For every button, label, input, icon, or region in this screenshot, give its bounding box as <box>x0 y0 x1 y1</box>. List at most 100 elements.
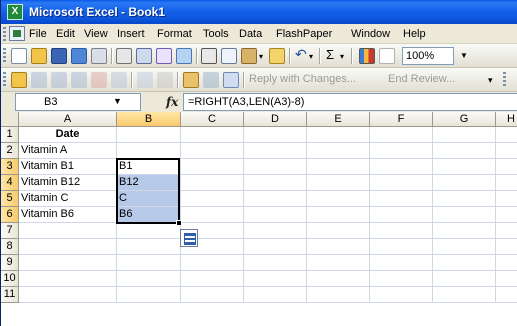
empty-cell[interactable] <box>496 159 517 175</box>
empty-cell[interactable] <box>19 271 117 287</box>
worksheet-grid[interactable]: A B C D E F G H 1 2 3 4 5 6 7 8 9 10 11 … <box>1 112 517 326</box>
menu-flashpaper[interactable]: FlashPaper <box>276 28 332 40</box>
empty-cell[interactable] <box>117 287 181 303</box>
chart-wizard-icon[interactable] <box>359 48 375 64</box>
cell-a2[interactable]: Vitamin A <box>19 143 117 159</box>
menu-window[interactable]: Window <box>351 28 390 40</box>
empty-cell[interactable] <box>433 287 496 303</box>
empty-cell[interactable] <box>370 207 433 223</box>
row-header-8[interactable]: 8 <box>1 239 19 255</box>
drawing-icon[interactable] <box>379 48 395 64</box>
zoom-select[interactable]: 100% <box>402 47 454 65</box>
cell-a4[interactable]: Vitamin B12 <box>19 175 117 191</box>
email-icon[interactable] <box>91 48 107 64</box>
empty-cell[interactable] <box>370 255 433 271</box>
menu-grip-handle[interactable] <box>3 27 6 41</box>
empty-cell[interactable] <box>244 207 307 223</box>
track-changes-icon[interactable] <box>183 72 199 88</box>
empty-cell[interactable] <box>181 255 244 271</box>
show-ink-icon[interactable] <box>137 72 153 88</box>
menu-insert[interactable]: Insert <box>117 28 145 40</box>
cell-b5[interactable]: C <box>117 191 181 207</box>
menu-data[interactable]: Data <box>239 28 262 40</box>
empty-cell[interactable] <box>496 127 517 143</box>
empty-cell[interactable] <box>307 255 370 271</box>
empty-cell[interactable] <box>307 127 370 143</box>
spelling-icon[interactable] <box>156 48 172 64</box>
empty-cell[interactable] <box>370 287 433 303</box>
workbook-control-icon[interactable] <box>9 26 25 41</box>
previous-comment-icon[interactable] <box>51 72 67 88</box>
empty-cell[interactable] <box>181 127 244 143</box>
empty-cell[interactable] <box>307 271 370 287</box>
delete-comment-icon[interactable] <box>91 72 107 88</box>
column-header-b[interactable]: B <box>117 112 181 127</box>
next-comment-icon[interactable] <box>71 72 87 88</box>
fill-handle[interactable] <box>176 220 182 226</box>
empty-cell[interactable] <box>307 287 370 303</box>
empty-cell[interactable] <box>496 175 517 191</box>
excel-app-icon[interactable]: X <box>7 4 23 20</box>
mail-recipient-icon[interactable] <box>223 72 239 88</box>
empty-cell[interactable] <box>433 191 496 207</box>
empty-cell[interactable] <box>117 255 181 271</box>
empty-cell[interactable] <box>370 159 433 175</box>
toolbar-grip-handle[interactable] <box>503 72 506 88</box>
empty-cell[interactable] <box>307 239 370 255</box>
copy-icon[interactable] <box>221 48 237 64</box>
column-header-h[interactable]: H <box>496 112 517 127</box>
empty-cell[interactable] <box>307 207 370 223</box>
row-header-5[interactable]: 5 <box>1 191 19 207</box>
research-icon[interactable] <box>176 48 192 64</box>
row-header-7[interactable]: 7 <box>1 223 19 239</box>
format-painter-icon[interactable] <box>269 48 285 64</box>
empty-cell[interactable] <box>117 271 181 287</box>
empty-cell[interactable] <box>370 191 433 207</box>
empty-cell[interactable] <box>19 287 117 303</box>
empty-cell[interactable] <box>181 287 244 303</box>
column-header-g[interactable]: G <box>433 112 496 127</box>
cell-a6[interactable]: Vitamin B6 <box>19 207 117 223</box>
empty-cell[interactable] <box>433 175 496 191</box>
empty-cell[interactable] <box>307 191 370 207</box>
end-review-button[interactable]: End Review... <box>388 73 455 85</box>
empty-cell[interactable] <box>496 207 517 223</box>
empty-cell[interactable] <box>370 239 433 255</box>
column-header-c[interactable]: C <box>181 112 244 127</box>
empty-cell[interactable] <box>244 287 307 303</box>
empty-cell[interactable] <box>496 191 517 207</box>
reply-with-changes-button[interactable]: Reply with Changes... <box>249 73 356 85</box>
empty-cell[interactable] <box>181 271 244 287</box>
autosum-dropdown-chevron-icon[interactable]: ▾ <box>340 52 344 61</box>
autosum-icon[interactable]: Σ <box>326 47 334 62</box>
paste-options-icon[interactable] <box>180 229 198 247</box>
empty-cell[interactable] <box>307 159 370 175</box>
paste-icon[interactable] <box>241 48 257 64</box>
empty-cell[interactable] <box>244 159 307 175</box>
row-header-1[interactable]: 1 <box>1 127 19 143</box>
menu-format[interactable]: Format <box>157 28 192 40</box>
insert-function-icon[interactable]: fx <box>166 95 178 109</box>
toolbar-options-chevron-icon[interactable]: ▾ <box>488 75 493 86</box>
empty-cell[interactable] <box>496 143 517 159</box>
open-folder-icon[interactable] <box>31 48 47 64</box>
column-header-d[interactable]: D <box>244 112 307 127</box>
empty-cell[interactable] <box>307 223 370 239</box>
column-header-f[interactable]: F <box>370 112 433 127</box>
empty-cell[interactable] <box>496 223 517 239</box>
save-icon[interactable] <box>51 48 67 64</box>
empty-cell[interactable] <box>370 127 433 143</box>
toolbar-grip-handle[interactable] <box>3 48 6 64</box>
empty-cell[interactable] <box>370 271 433 287</box>
empty-cell[interactable] <box>181 143 244 159</box>
empty-cell[interactable] <box>244 271 307 287</box>
empty-cell[interactable] <box>181 175 244 191</box>
name-box-dropdown-chevron-icon[interactable]: ▼ <box>113 96 122 106</box>
empty-cell[interactable] <box>117 223 181 239</box>
print-preview-icon[interactable] <box>136 48 152 64</box>
empty-cell[interactable] <box>244 175 307 191</box>
empty-cell[interactable] <box>244 127 307 143</box>
empty-cell[interactable] <box>244 239 307 255</box>
zoom-dropdown-chevron-icon[interactable]: ▼ <box>457 47 471 65</box>
empty-cell[interactable] <box>181 159 244 175</box>
